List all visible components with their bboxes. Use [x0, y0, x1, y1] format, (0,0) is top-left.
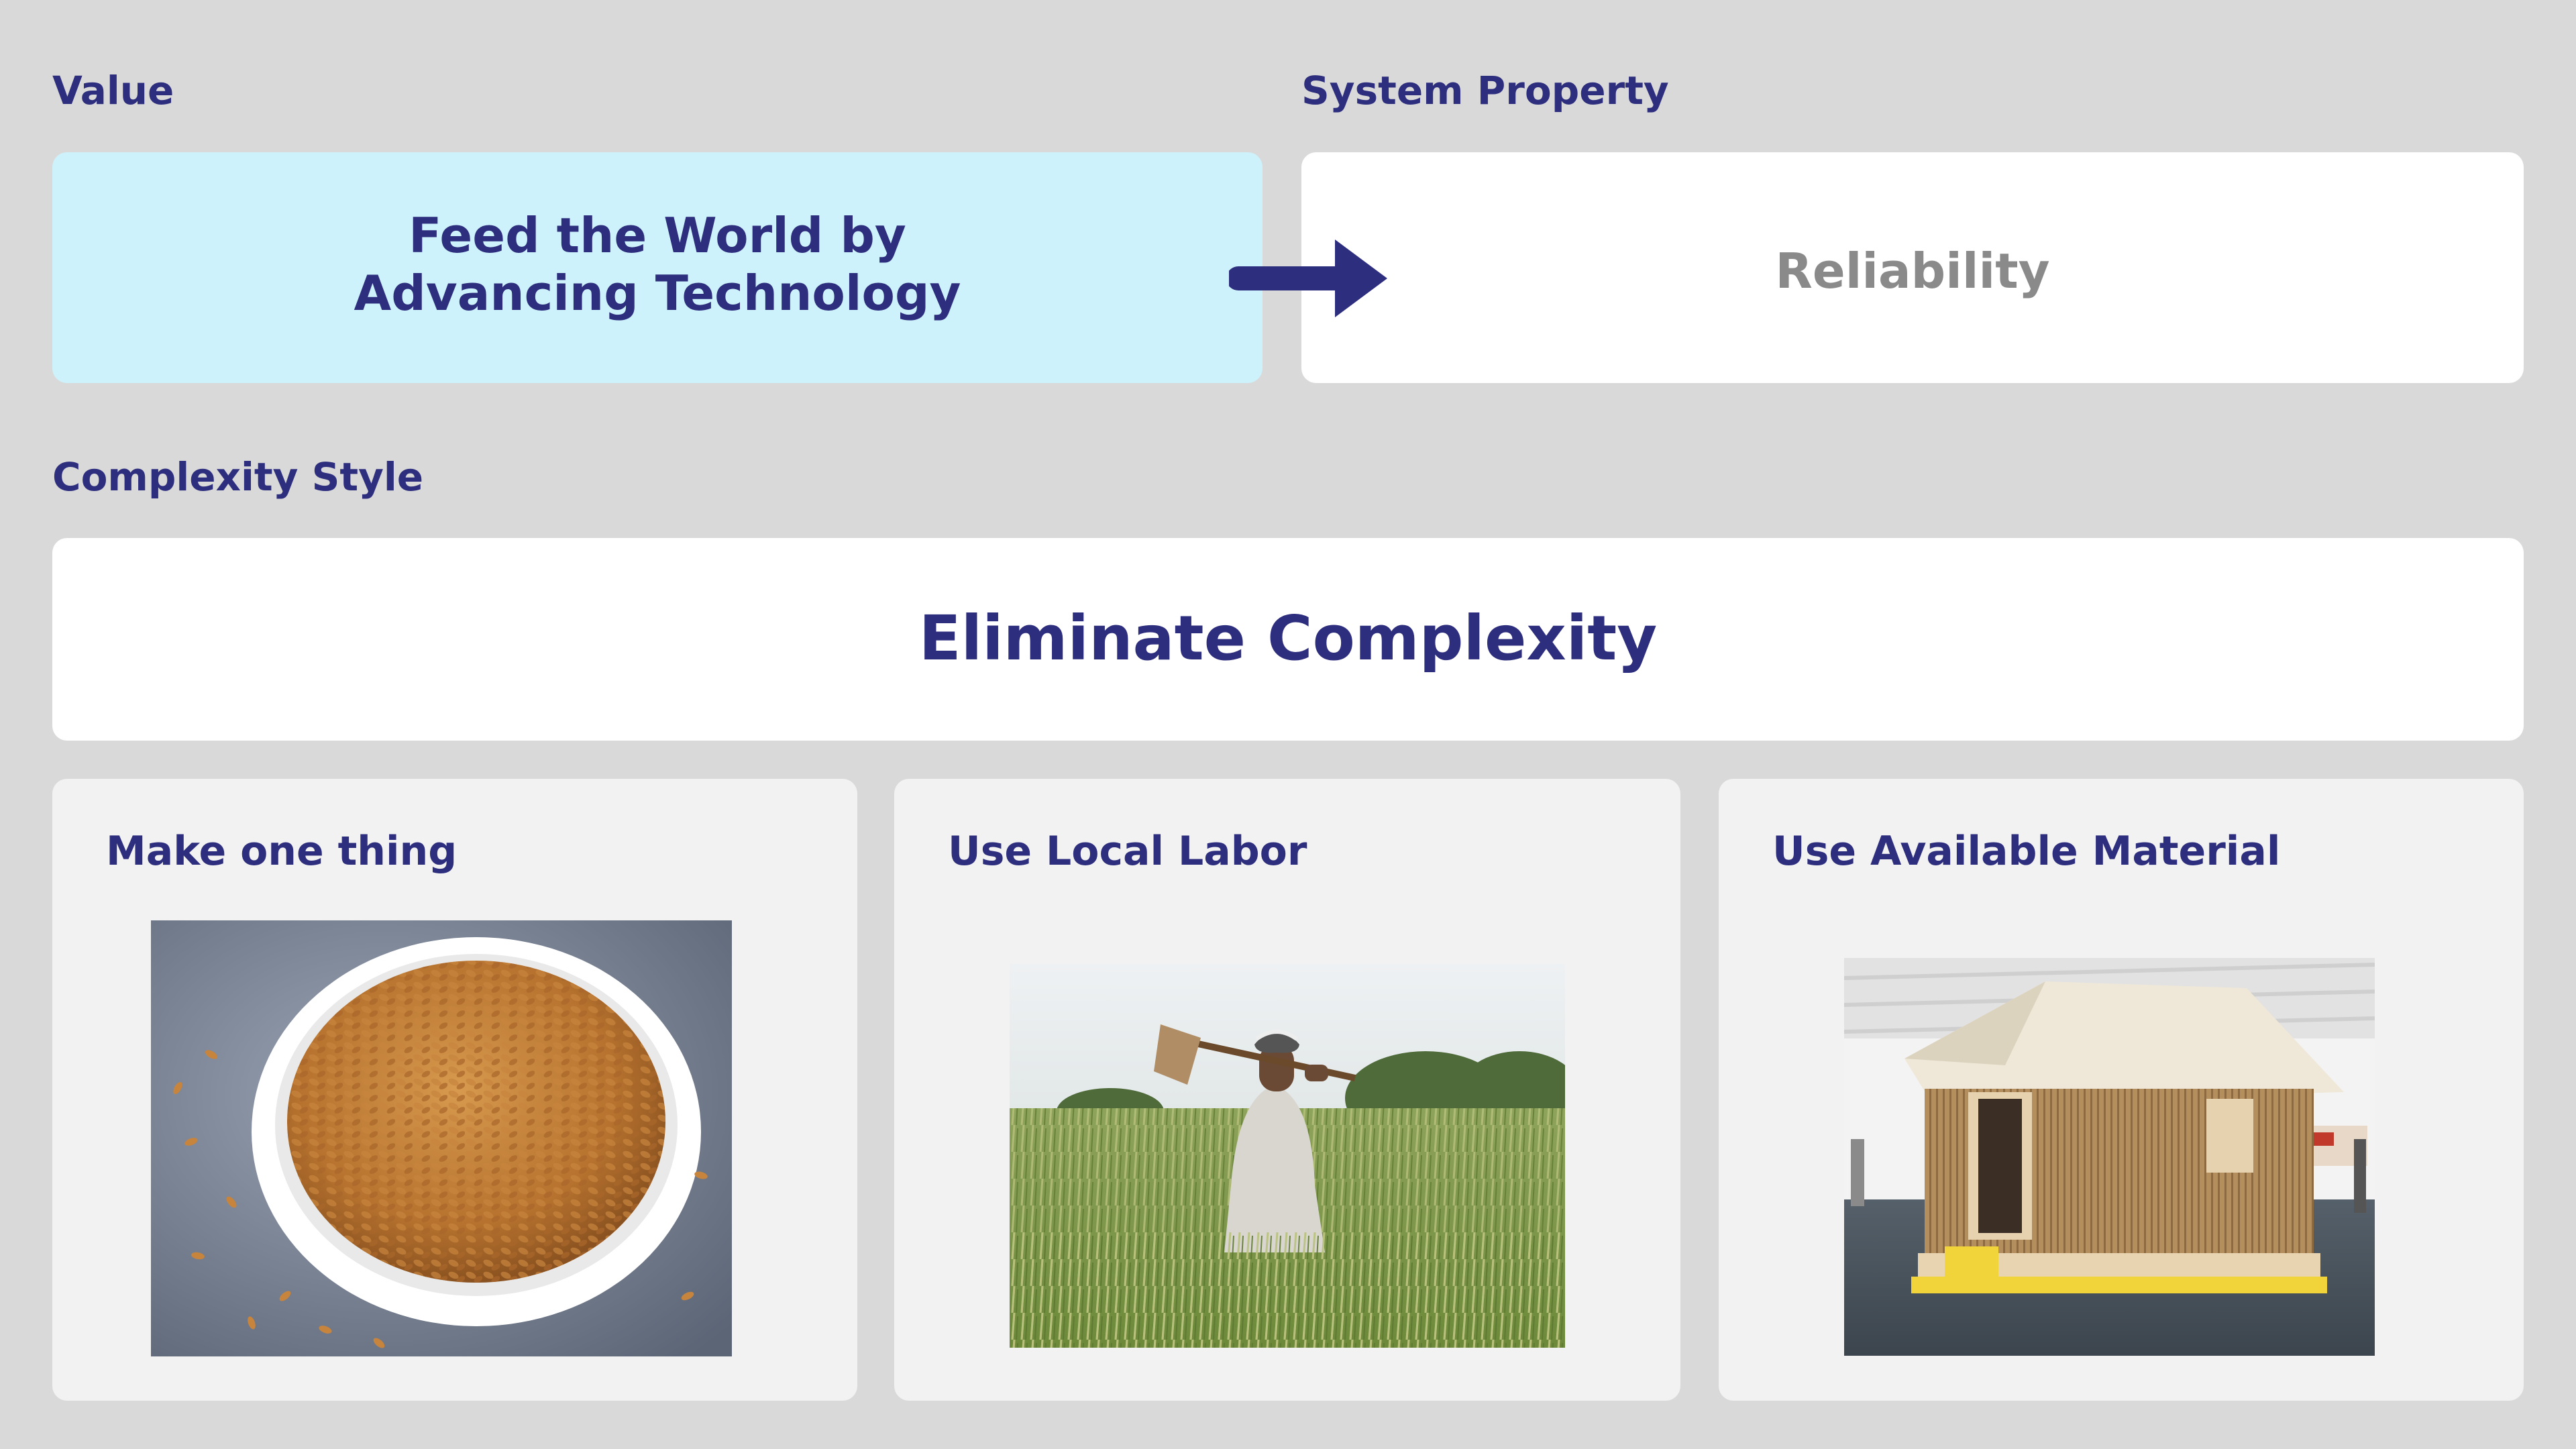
card-title: Make one thing — [106, 828, 458, 875]
complexity-style-label: Complexity Style — [52, 454, 424, 500]
system-property-text: Reliability — [1775, 243, 2050, 299]
card-title: Use Available Material — [1772, 828, 2281, 875]
complexity-text: Eliminate Complexity — [918, 602, 1658, 674]
cardboard-tube-house-photo — [1844, 958, 2375, 1356]
value-line-2: Advancing Technology — [354, 265, 961, 321]
value-line-1: Feed the World by — [409, 207, 906, 264]
system-property-box: Reliability — [1301, 152, 2524, 383]
right-arrow-icon — [1229, 239, 1387, 317]
value-text: Feed the World by Advancing Technology — [354, 207, 961, 322]
value-label: Value — [52, 68, 174, 113]
farmer-in-wheat-field-photo — [1010, 964, 1565, 1348]
card-title: Use Local Labor — [948, 828, 1307, 875]
complexity-box: Eliminate Complexity — [52, 538, 2524, 741]
card-use-local-labor: Use Local Labor — [894, 779, 1680, 1401]
system-property-label: System Property — [1301, 68, 1669, 113]
bowl-of-wheat-grains-photo — [151, 920, 732, 1356]
value-box: Feed the World by Advancing Technology — [52, 152, 1263, 383]
card-make-one-thing: Make one thing — [52, 779, 857, 1401]
card-use-available-material: Use Available Material — [1719, 779, 2524, 1401]
